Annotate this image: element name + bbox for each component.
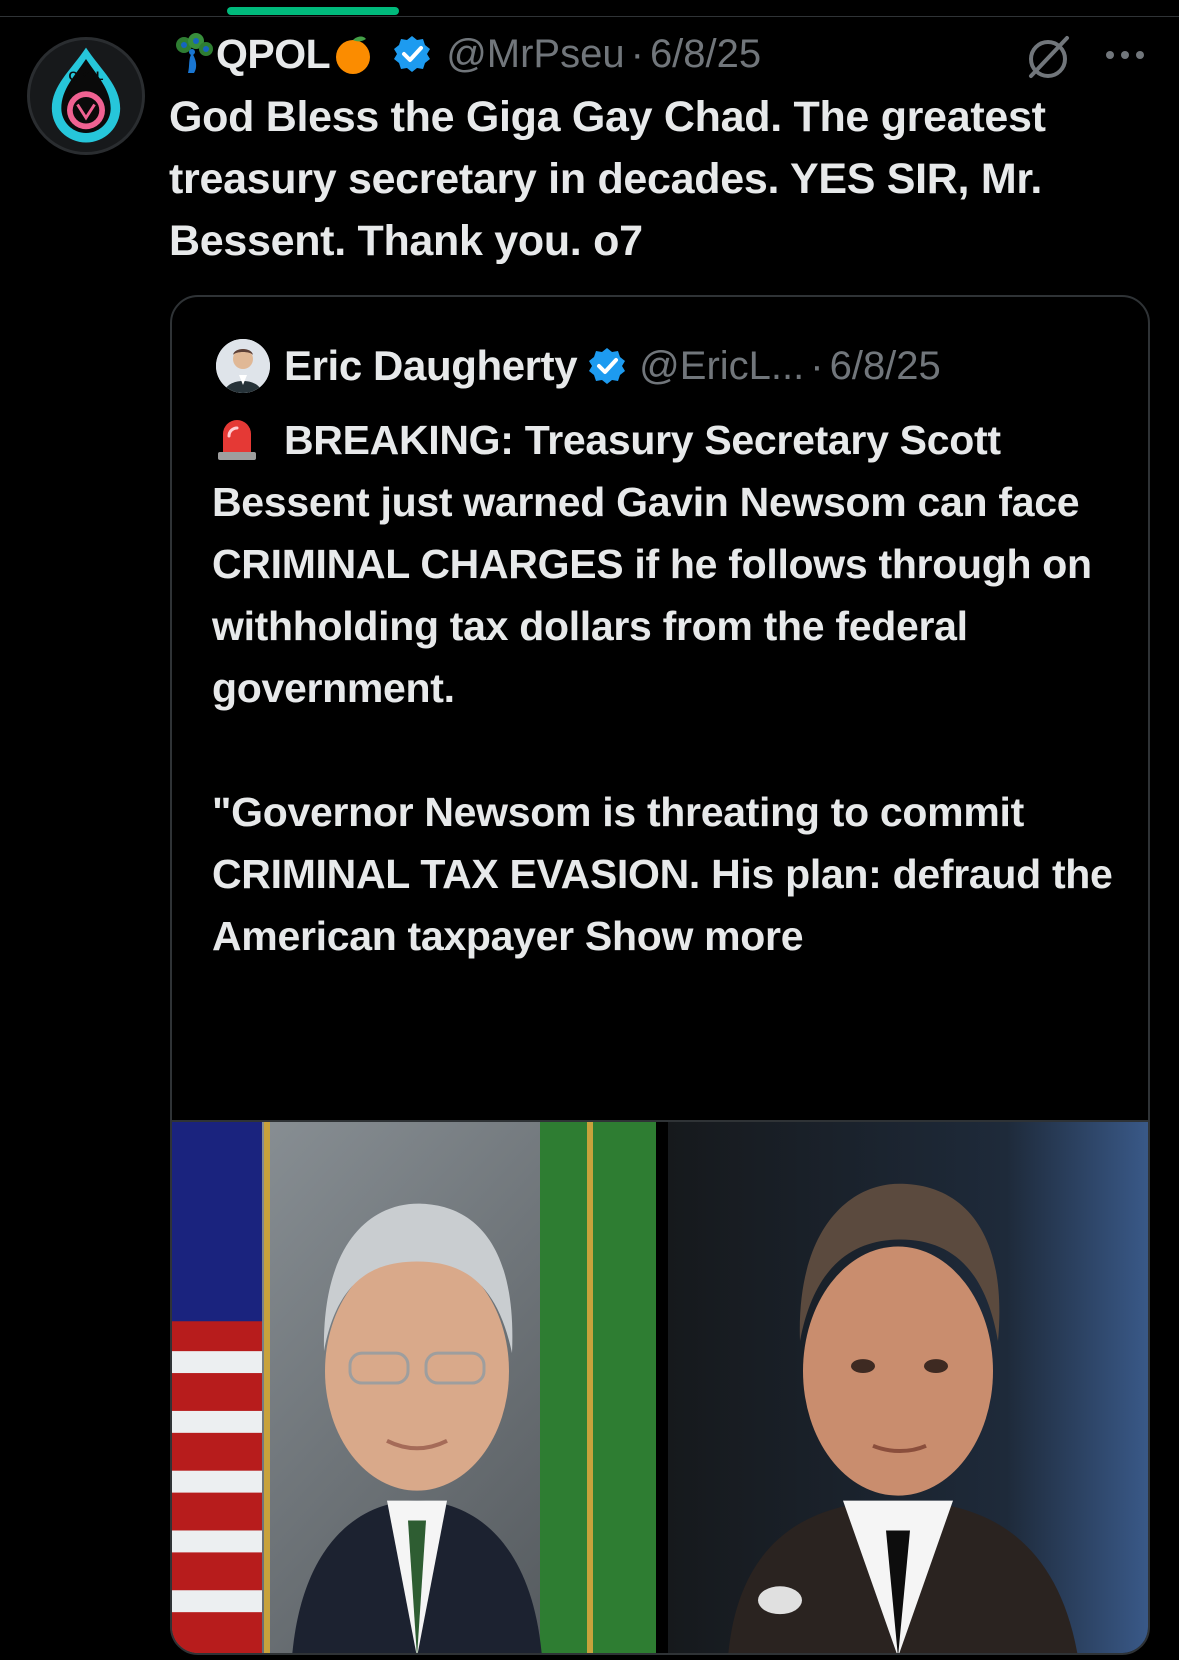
more-options-icon[interactable] xyxy=(1102,40,1148,70)
verified-badge-icon xyxy=(587,346,627,386)
active-tab-indicator xyxy=(227,7,399,15)
divider xyxy=(0,16,1179,17)
quoted-paragraph-2: "Governor Newsom is threating to commit … xyxy=(212,781,1122,967)
orange-emoji-icon xyxy=(330,31,376,77)
grok-icon[interactable] xyxy=(1023,32,1073,82)
quoted-paragraph-1: BREAKING: Treasury Secretary Scott Besse… xyxy=(212,409,1122,719)
quoted-post-text: BREAKING: Treasury Secretary Scott Besse… xyxy=(212,409,1122,967)
separator-dot: · xyxy=(810,343,824,388)
author-handle[interactable]: @MrPseu xyxy=(446,32,624,77)
avatar-logo-text: QPOL xyxy=(69,69,104,83)
quoted-media-grid xyxy=(172,1120,1148,1653)
quoted-author-display-name[interactable]: Eric Daugherty xyxy=(284,342,578,390)
peacock-emoji-icon xyxy=(170,31,216,77)
post-text: God Bless the Giga Gay Chad. The greates… xyxy=(169,93,1046,265)
verified-badge-icon xyxy=(392,34,432,74)
media-photo-left[interactable] xyxy=(172,1122,656,1653)
siren-emoji-icon xyxy=(212,412,262,462)
post-date[interactable]: 6/8/25 xyxy=(650,32,761,77)
quoted-author-avatar[interactable] xyxy=(216,339,270,393)
show-more-link[interactable]: Show more xyxy=(585,913,804,959)
separator-dot: · xyxy=(630,31,644,76)
author-display-name[interactable]: QPOL xyxy=(216,31,331,78)
quoted-paragraph-1-text: BREAKING: Treasury Secretary Scott Besse… xyxy=(212,417,1092,711)
post-header: QPOL @MrPseu · 6/8/25 xyxy=(170,26,761,82)
quoted-post-card[interactable]: Eric Daugherty @EricL... · 6/8/25 BREAKI… xyxy=(170,295,1150,1655)
quoted-post-date[interactable]: 6/8/25 xyxy=(830,344,941,389)
author-avatar[interactable]: QPOL xyxy=(27,37,145,155)
media-photo-right[interactable] xyxy=(668,1122,1148,1653)
quoted-post-header: Eric Daugherty @EricL... · 6/8/25 xyxy=(216,337,941,395)
quoted-author-handle[interactable]: @EricL... xyxy=(639,344,804,389)
